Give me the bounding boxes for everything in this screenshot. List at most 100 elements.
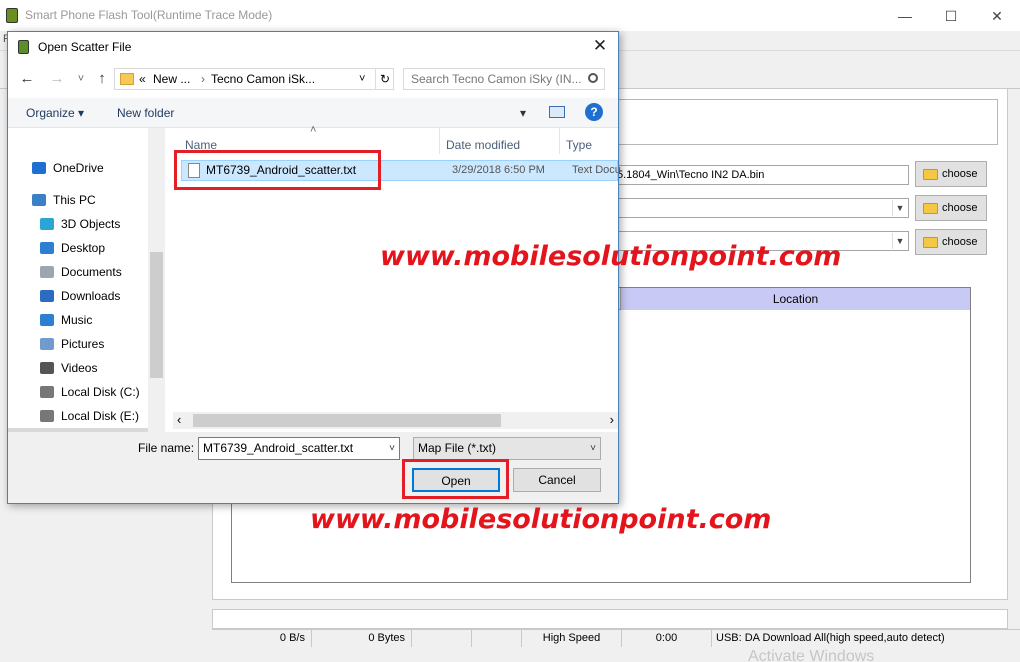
chevron-down-icon: ▼ (892, 200, 907, 216)
main-titlebar: Smart Phone Flash Tool(Runtime Trace Mod… (0, 0, 1020, 31)
breadcrumb-tecno[interactable]: Tecno Camon iSk... (211, 69, 315, 89)
nav-item-onedrive[interactable]: OneDrive (32, 156, 104, 180)
nav-item-3d-objects[interactable]: 3D Objects (40, 212, 120, 236)
nav-item-local-disk-e[interactable]: Local Disk (E:) (40, 404, 139, 428)
file-name-input[interactable]: MT6739_Android_scatter.txt ˅ (198, 437, 400, 460)
maximize-button[interactable]: ☐ (928, 3, 974, 29)
folder-icon (120, 73, 134, 85)
nav-item-videos[interactable]: Videos (40, 356, 97, 380)
choose-label: choose (942, 202, 978, 214)
column-divider[interactable] (559, 128, 560, 154)
activate-windows-watermark: Activate Windows (748, 648, 875, 662)
nav-item-documents[interactable]: Documents (40, 260, 122, 284)
nav-item-label: Videos (61, 361, 98, 375)
file-hscrollbar[interactable]: ‹ › (173, 412, 618, 429)
filter-value: Map File (*.txt) (418, 441, 497, 455)
status-mode: High Speed (522, 630, 622, 647)
download-agent-path[interactable]: 5.1804_Win\Tecno IN2 DA.bin (613, 165, 909, 185)
dialog-close-button[interactable]: ✕ (590, 36, 610, 56)
nav-scroll-thumb[interactable] (150, 252, 163, 378)
dialog-titlebar: Open Scatter File ✕ (8, 32, 618, 62)
recent-locations-button[interactable]: ˅ (70, 70, 92, 88)
column-type[interactable]: Type (566, 138, 592, 152)
download-icon (40, 290, 54, 302)
disk-icon (40, 386, 54, 398)
choose-scatter-button[interactable]: choose (915, 195, 987, 221)
status-speed: 0 B/s (212, 630, 312, 647)
organize-button[interactable]: Organize ▾ (26, 106, 84, 120)
onedrive-icon (32, 162, 46, 174)
nav-item-pictures[interactable]: Pictures (40, 332, 104, 356)
file-type-filter[interactable]: Map File (*.txt) ˅ (413, 437, 601, 460)
scroll-left-icon[interactable]: ‹ (177, 412, 181, 427)
site-watermark-top: www.mobilesolutionpoint.com (380, 241, 842, 272)
nav-item-music[interactable]: Music (40, 308, 92, 332)
site-watermark-bottom: www.mobilesolutionpoint.com (310, 504, 772, 535)
column-date-modified[interactable]: Date modified (446, 138, 520, 152)
column-location[interactable]: Location (620, 288, 970, 310)
status-bytes: 0 Bytes (312, 630, 412, 647)
scroll-right-icon[interactable]: › (610, 412, 614, 427)
minimize-button[interactable]: — (882, 3, 928, 29)
nav-item-this-pc[interactable]: This PC (32, 188, 96, 212)
dialog-title: Open Scatter File (38, 40, 132, 54)
choose-da-button[interactable]: choose (915, 161, 987, 187)
document-icon (40, 266, 54, 278)
folder-icon (923, 169, 938, 180)
nav-item-desktop[interactable]: Desktop (40, 236, 105, 260)
desktop-icon (40, 242, 54, 254)
navigation-pane: OneDrive This PC 3D Objects Desktop Document… (8, 128, 165, 452)
address-overflow[interactable]: « (139, 69, 146, 89)
column-divider[interactable] (439, 128, 440, 154)
folder-icon (923, 237, 938, 248)
view-options-button[interactable]: ▾ (520, 106, 526, 120)
scatter-file-dropdown[interactable]: ▼ (613, 198, 909, 218)
up-button[interactable]: ↑ (91, 70, 113, 88)
back-button[interactable]: ← (16, 70, 38, 88)
status-time: 0:00 (622, 630, 712, 647)
help-icon[interactable]: ? (585, 103, 603, 121)
nav-item-local-disk-c[interactable]: Local Disk (C:) (40, 380, 140, 404)
hscroll-thumb[interactable] (193, 414, 501, 427)
nav-item-label: Downloads (61, 289, 121, 303)
file-type: Text Docu (572, 164, 621, 176)
organize-label: Organize (26, 106, 75, 120)
nav-item-downloads[interactable]: Downloads (40, 284, 120, 308)
refresh-icon[interactable]: ↻ (375, 69, 394, 89)
app-icon (18, 40, 29, 54)
file-date: 3/29/2018 6:50 PM (452, 164, 545, 176)
search-placeholder: Search Tecno Camon iSky (IN... (411, 72, 582, 86)
status-empty-1 (412, 630, 472, 647)
nav-scrollbar[interactable] (148, 128, 165, 432)
file-highlight-box (174, 150, 381, 190)
progress-bar (212, 609, 1008, 629)
cube-icon (40, 218, 54, 230)
nav-item-label: Pictures (61, 337, 105, 351)
forward-button[interactable]: → (46, 70, 68, 88)
choose-label: choose (942, 168, 978, 180)
new-folder-button[interactable]: New folder (117, 106, 174, 120)
chevron-down-icon[interactable]: ˅ (389, 438, 395, 459)
chevron-down-icon: ▼ (892, 233, 907, 249)
status-usb: USB: DA Download All(high speed,auto det… (716, 632, 945, 644)
close-button[interactable]: ✕ (974, 3, 1020, 29)
choose-auth-button[interactable]: choose (915, 229, 987, 255)
nav-item-label: OneDrive (53, 161, 104, 175)
main-window-title: Smart Phone Flash Tool(Runtime Trace Mod… (25, 8, 273, 22)
address-bar[interactable]: « New ... › Tecno Camon iSk... ˅ ↻ (114, 68, 394, 90)
choose-label: choose (942, 236, 978, 248)
address-dropdown[interactable]: ˅ (359, 69, 365, 89)
breadcrumb-new[interactable]: New ... (153, 69, 190, 89)
search-input[interactable]: Search Tecno Camon iSky (IN... (403, 68, 605, 90)
search-icon (588, 73, 598, 83)
picture-icon (40, 338, 54, 350)
nav-item-label: Local Disk (E:) (61, 409, 140, 423)
chevron-down-icon: ˅ (590, 443, 596, 454)
breadcrumb-separator: › (201, 72, 205, 86)
status-empty-2 (472, 630, 522, 647)
file-name-label: File name: (138, 441, 195, 455)
preview-pane-icon[interactable] (549, 106, 565, 118)
cancel-button[interactable]: Cancel (513, 468, 601, 492)
dialog-footer: File name: MT6739_Android_scatter.txt ˅ … (8, 432, 618, 503)
open-highlight-box (402, 459, 509, 499)
